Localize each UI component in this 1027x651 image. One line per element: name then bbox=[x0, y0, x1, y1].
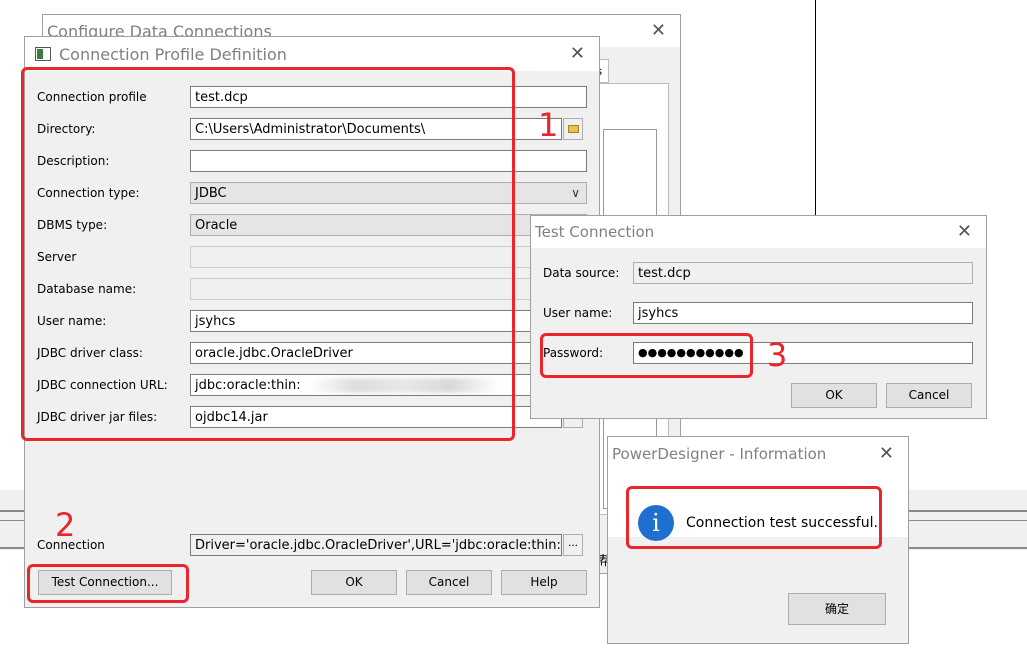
test-connection-dialog: Test Connection ✕ Data source: test.dcp … bbox=[530, 215, 987, 419]
title-bar: Connection Profile Definition ✕ bbox=[25, 37, 599, 71]
connection-ellipsis-button[interactable]: ... bbox=[563, 534, 583, 556]
data-source-field: test.dcp bbox=[633, 262, 973, 284]
connection-string-field[interactable]: Driver='oracle.jdbc.OracleDriver',URL='j… bbox=[190, 534, 562, 556]
annotation-box-1 bbox=[21, 67, 515, 441]
annotation-number-1: 1 bbox=[538, 106, 559, 144]
annotation-number-2: 2 bbox=[55, 506, 76, 544]
chevron-down-icon: ∨ bbox=[571, 186, 580, 200]
dialog-title: Test Connection bbox=[535, 223, 655, 241]
close-icon[interactable]: ✕ bbox=[570, 43, 585, 64]
ok-button[interactable]: OK bbox=[791, 383, 877, 408]
data-source-label: Data source: bbox=[543, 266, 620, 280]
folder-icon bbox=[568, 125, 579, 133]
cancel-button[interactable]: Cancel bbox=[406, 570, 492, 595]
close-icon[interactable]: ✕ bbox=[957, 221, 972, 242]
ok-button[interactable]: OK bbox=[311, 570, 397, 595]
confirm-button[interactable]: 确定 bbox=[788, 593, 886, 625]
background-divider-line bbox=[815, 0, 816, 215]
user-name-input[interactable]: jsyhcs bbox=[633, 302, 973, 324]
cancel-button[interactable]: Cancel bbox=[886, 383, 972, 408]
annotation-box-4 bbox=[626, 486, 882, 549]
title-bar: Test Connection ✕ bbox=[531, 216, 986, 248]
close-icon[interactable]: ✕ bbox=[879, 443, 894, 464]
folder-browse-button[interactable] bbox=[563, 118, 583, 140]
annotation-number-3: 3 bbox=[767, 336, 788, 374]
annotation-box-2 bbox=[27, 564, 189, 603]
help-button[interactable]: Help bbox=[501, 570, 587, 595]
annotation-box-3 bbox=[540, 333, 753, 378]
user-name-label: User name: bbox=[543, 306, 613, 320]
dialog-title: Connection Profile Definition bbox=[59, 45, 287, 64]
dialog-title: PowerDesigner - Information bbox=[612, 445, 827, 463]
close-icon[interactable]: ✕ bbox=[651, 20, 666, 41]
app-icon bbox=[35, 47, 51, 61]
